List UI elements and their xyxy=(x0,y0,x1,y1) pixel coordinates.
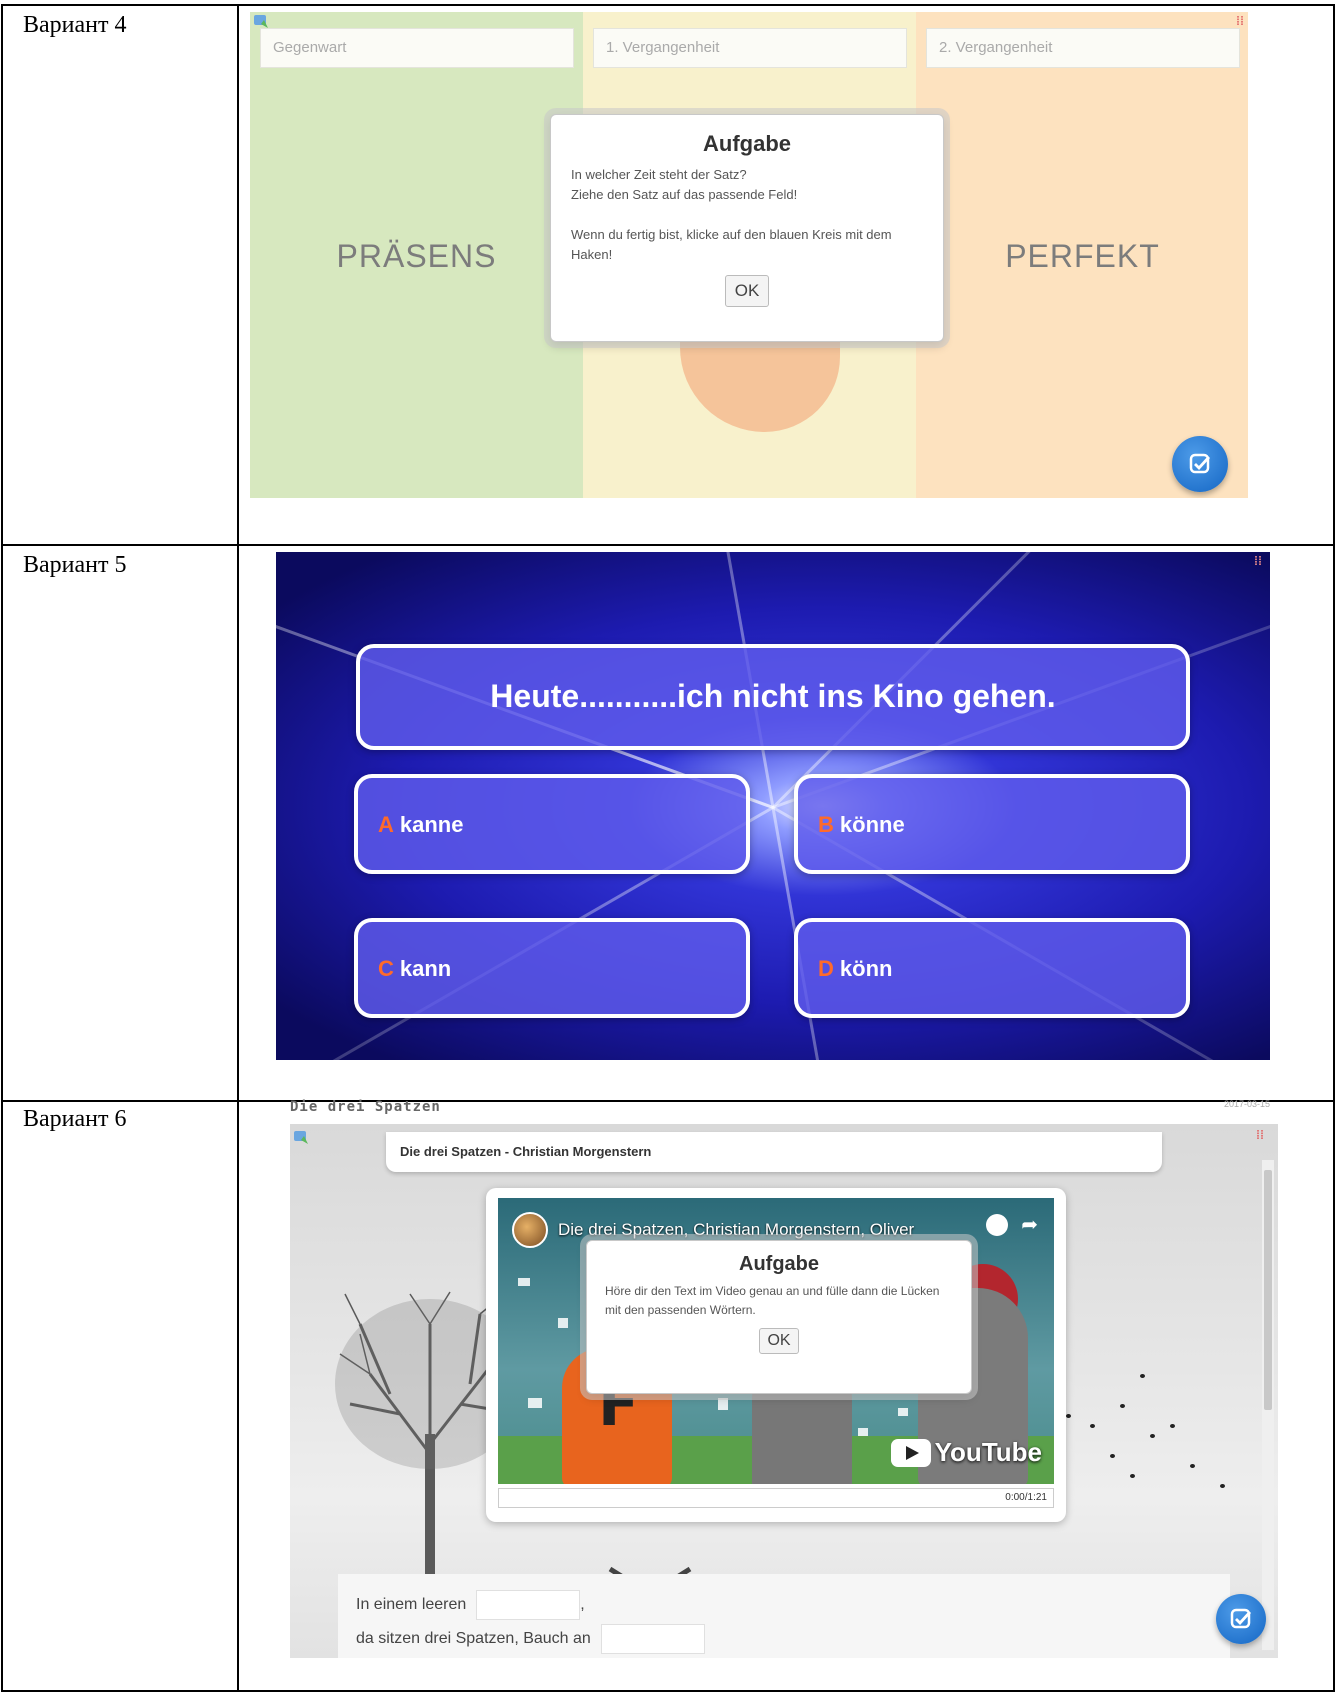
bird xyxy=(1190,1464,1195,1468)
fullscreen-icon[interactable]: ⁞⁞ xyxy=(1254,554,1262,568)
youtube-play-icon xyxy=(890,1438,931,1467)
gap-input[interactable] xyxy=(600,1624,705,1654)
answer-b-button[interactable]: Bkönne xyxy=(794,774,1190,874)
scrollbar-thumb[interactable] xyxy=(1264,1170,1272,1410)
snowflake xyxy=(898,1408,908,1416)
table-row-divider xyxy=(3,544,1333,546)
scrollbar[interactable] xyxy=(1262,1160,1274,1650)
variant-label: Вариант 6 xyxy=(23,1106,127,1132)
gap-input[interactable] xyxy=(476,1590,581,1620)
gap-text: , xyxy=(580,1596,585,1613)
variant-label: Вариант 5 xyxy=(23,552,127,578)
snowflake xyxy=(528,1398,542,1408)
table-row-divider xyxy=(3,1100,1333,1102)
dialog-text: In welcher Zeit steht der Satz? xyxy=(571,167,747,182)
answer-text: kann xyxy=(399,956,452,981)
gap-text: da sitzen drei Spatzen, Bauch an xyxy=(356,1630,591,1647)
snowflake xyxy=(558,1318,568,1328)
bird xyxy=(1090,1424,1095,1428)
bottom-strip xyxy=(250,498,1248,508)
dialog-text: Höre dir den Text im Video genau an und … xyxy=(605,1284,940,1317)
bird xyxy=(1150,1434,1155,1438)
help-icon[interactable] xyxy=(252,12,270,30)
check-icon xyxy=(1230,1608,1252,1629)
dialog-text: Wenn du fertig bist, klicke auf den blau… xyxy=(571,227,892,262)
bird xyxy=(1140,1374,1145,1378)
ok-button[interactable]: OK xyxy=(759,1328,799,1354)
task-dialog: Aufgabe In welcher Zeit steht der Satz? … xyxy=(550,114,944,342)
snowflake xyxy=(518,1278,530,1286)
bird xyxy=(1120,1404,1125,1408)
watch-later-icon[interactable] xyxy=(986,1214,1008,1236)
task-dialog: Aufgabe Höre dir den Text im Video genau… xyxy=(586,1240,972,1394)
answer-letter: A xyxy=(378,812,394,837)
bird xyxy=(1110,1454,1115,1458)
answer-c-button[interactable]: Ckann xyxy=(354,918,750,1018)
question-box: Heute...........ich nicht ins Kino gehen… xyxy=(356,644,1190,750)
table-column-divider xyxy=(237,6,239,1690)
answer-text: könne xyxy=(839,812,905,837)
label-praesens: PRÄSENS xyxy=(336,238,497,274)
gap-text-panel: In einem leeren , da sitzen drei Spatzen… xyxy=(338,1574,1230,1658)
bird xyxy=(1066,1414,1071,1418)
answer-a-button[interactable]: Akanne xyxy=(354,774,750,874)
variant4-exercise: Gegenwart 1. Vergangenheit 2. Vergangenh… xyxy=(250,12,1248,508)
youtube-logo-text: YouTube xyxy=(934,1437,1042,1467)
check-icon xyxy=(1189,453,1211,474)
answer-letter: D xyxy=(818,956,834,981)
label-perfekt: PERFEKT xyxy=(1005,238,1160,274)
variant-label: Вариант 4 xyxy=(23,12,127,38)
dialog-title: Aufgabe xyxy=(739,1253,819,1275)
video-progress[interactable]: 0:00/1:21 xyxy=(498,1488,1054,1508)
check-button[interactable] xyxy=(1216,1594,1266,1644)
help-icon[interactable] xyxy=(292,1128,310,1146)
exercise-title: Die drei Spatzen - Christian Morgenstern xyxy=(386,1132,1162,1172)
gap-text-line: In einem leeren , xyxy=(356,1588,1212,1622)
bird xyxy=(1220,1484,1225,1488)
exercise-header: Die drei Spatzen xyxy=(290,1099,441,1115)
answer-letter: C xyxy=(378,956,394,981)
snowflake xyxy=(718,1398,728,1410)
answer-letter: B xyxy=(818,812,834,837)
exercise-date: 2017-03-15 xyxy=(1224,1099,1271,1109)
variant5-quiz: ⁞⁞ Heute...........ich nicht ins Kino ge… xyxy=(276,552,1270,1060)
answer-d-button[interactable]: Dkönn xyxy=(794,918,1190,1018)
fullscreen-icon[interactable]: ⁞⁞ xyxy=(1256,1128,1264,1142)
answer-text: könn xyxy=(839,956,893,981)
bird xyxy=(1170,1424,1175,1428)
variant6-exercise: ⁞⁞ Die drei Spatzen - Christian Morgenst… xyxy=(290,1124,1278,1658)
gap-text-line: da sitzen drei Spatzen, Bauch an xyxy=(356,1622,1212,1656)
slot-vergangenheit-2[interactable]: 2. Vergangenheit xyxy=(926,28,1240,68)
share-icon[interactable]: ➦ xyxy=(1021,1212,1038,1237)
bird xyxy=(1130,1474,1135,1478)
ok-button[interactable]: OK xyxy=(724,275,770,307)
gap-text: In einem leeren xyxy=(356,1596,467,1613)
answer-text: kanne xyxy=(399,812,464,837)
slot-vergangenheit-1[interactable]: 1. Vergangenheit xyxy=(593,28,907,68)
fullscreen-icon[interactable]: ⁞⁞ xyxy=(1236,14,1244,28)
youtube-logo[interactable]: YouTube xyxy=(890,1437,1042,1468)
slot-gegenwart[interactable]: Gegenwart xyxy=(260,28,574,68)
check-button[interactable] xyxy=(1172,436,1228,492)
dialog-text: Ziehe den Satz auf das passende Feld! xyxy=(571,187,798,202)
dialog-title: Aufgabe xyxy=(703,131,791,156)
